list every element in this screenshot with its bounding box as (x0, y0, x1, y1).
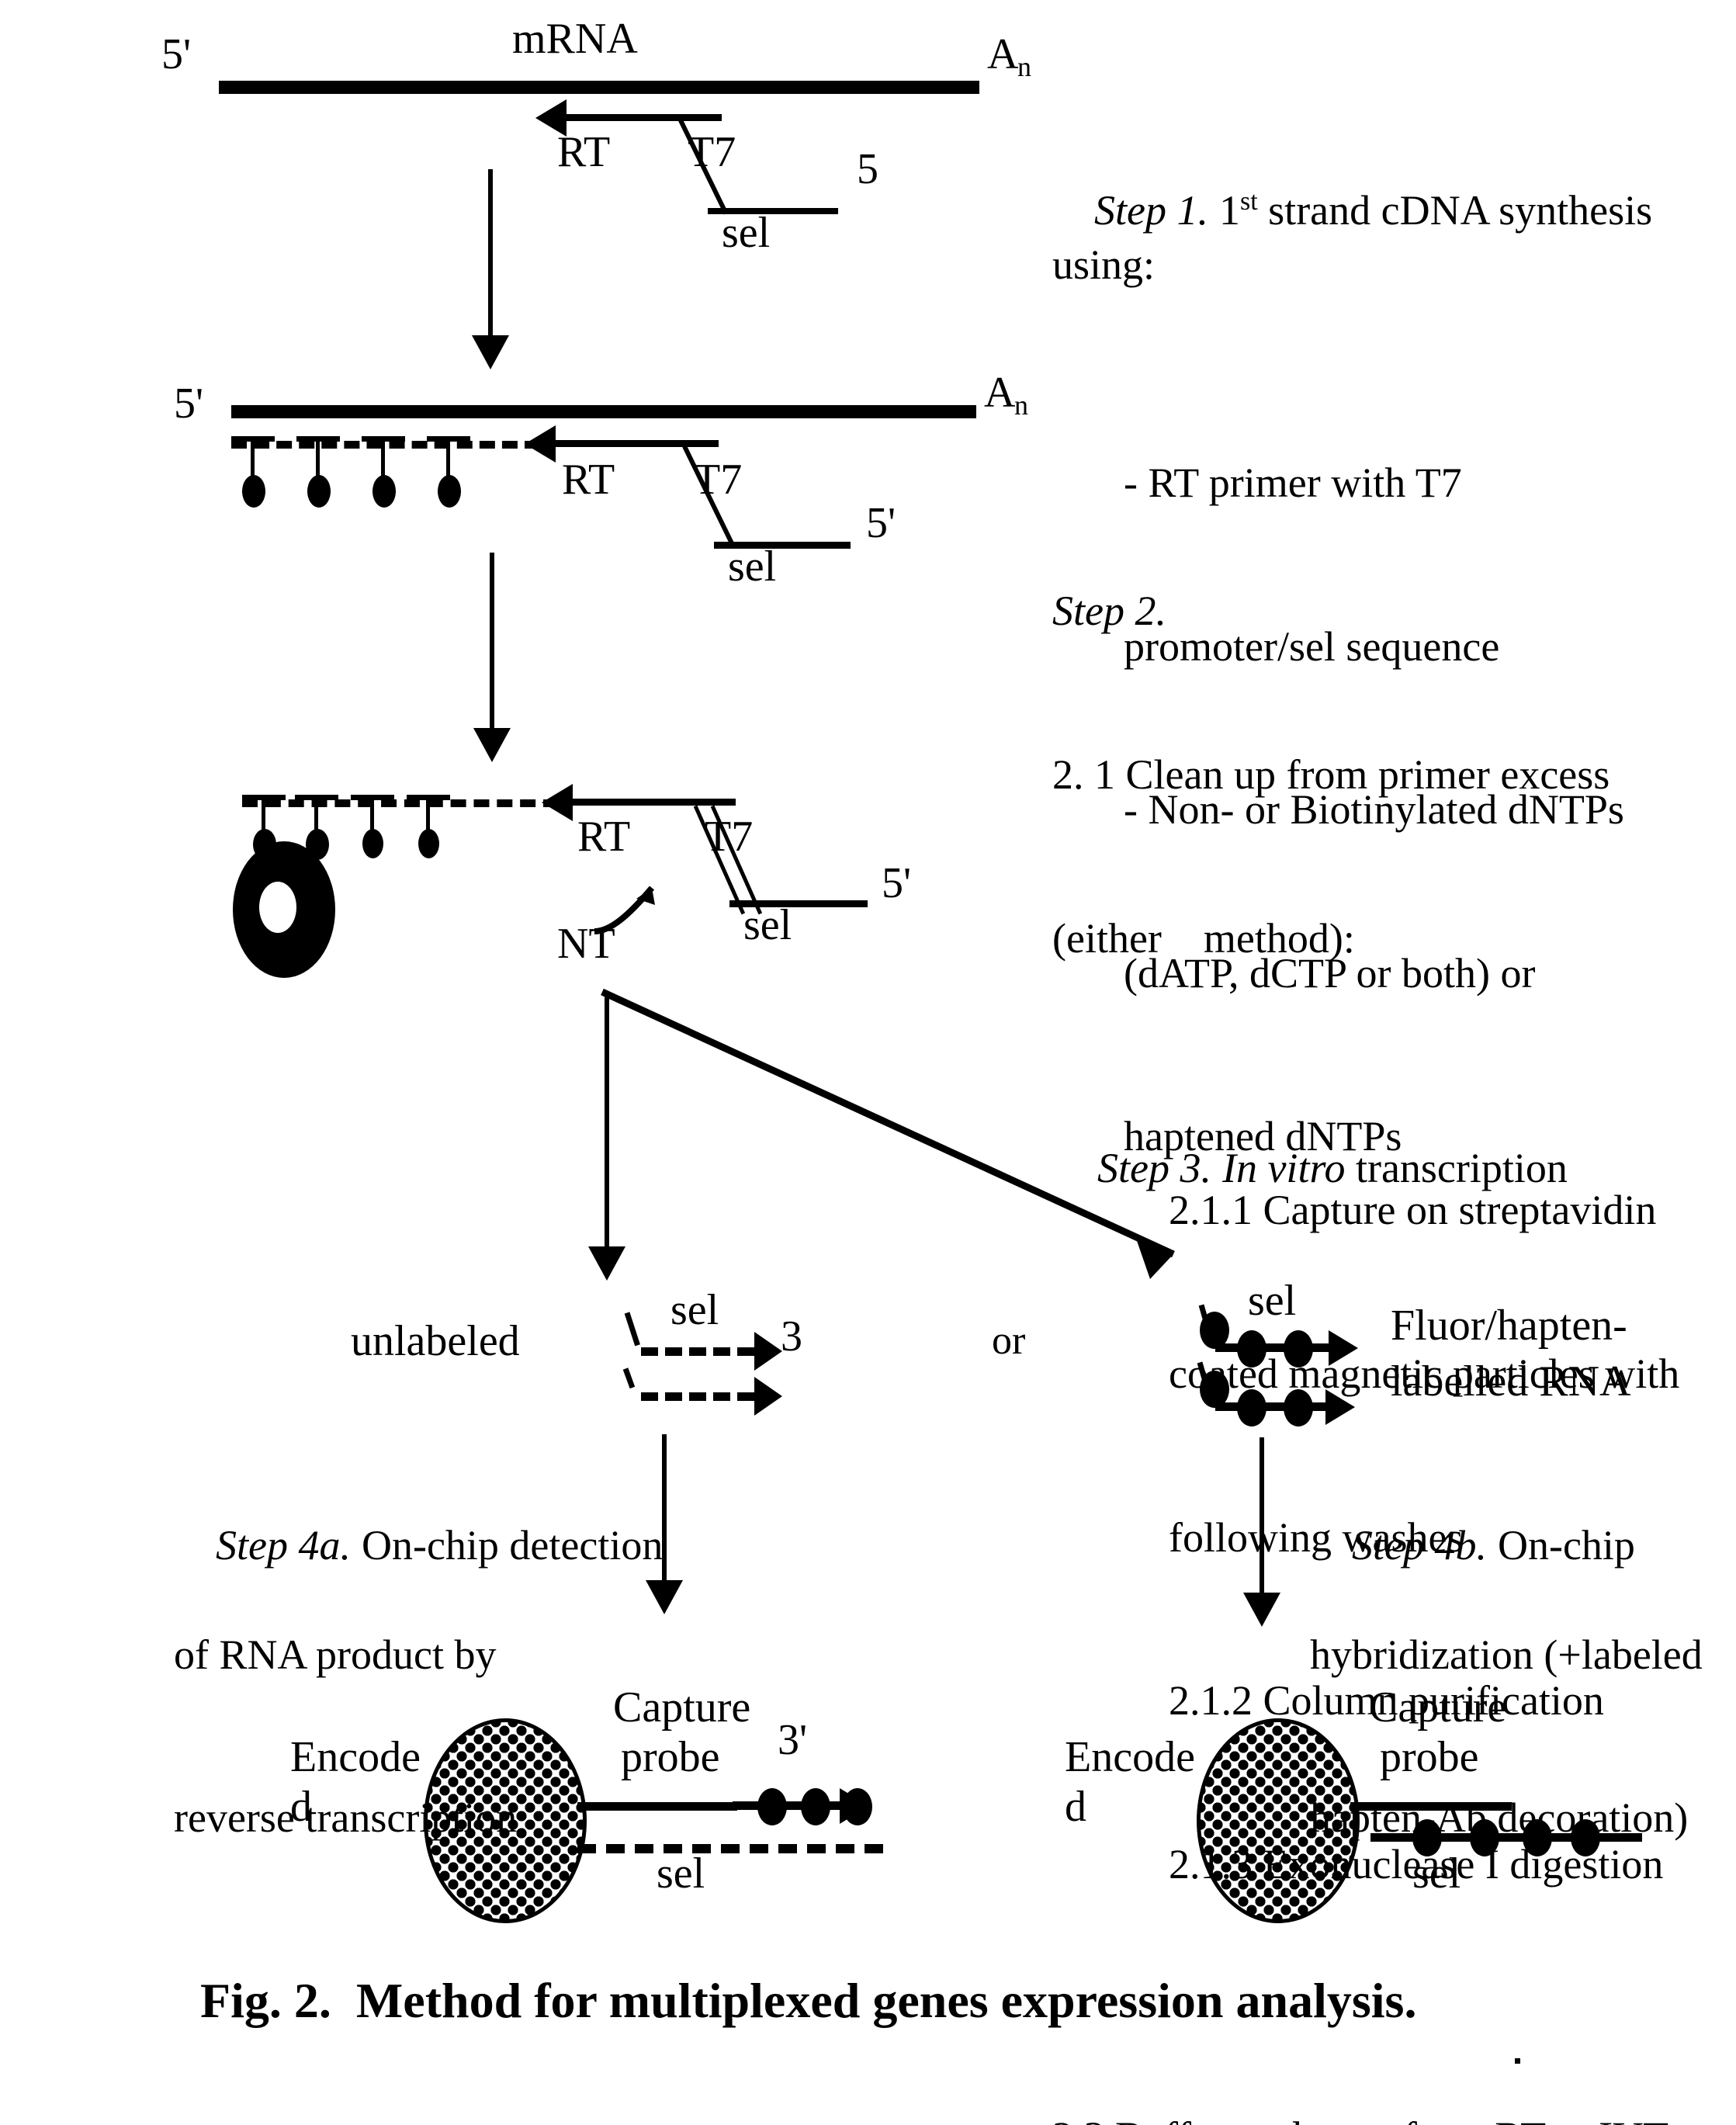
biotin-lollipop (362, 436, 405, 508)
streptavidin-magnetic-bead (233, 841, 335, 978)
step-1-line1-prefix: 1 (1218, 187, 1240, 234)
step-2-tail-line-1: 2.3 Buffer exchange from RT to IVT (1052, 2109, 1736, 2125)
panel2-an-subscript: n (1014, 390, 1028, 421)
step-4b-line-3: hapten-Ab decoration) (1310, 1794, 1689, 1842)
panel1-sel-label: sel (722, 209, 771, 257)
mrna-strand-bar-panel2 (231, 405, 976, 418)
panel3-t7-label: T7 (705, 813, 754, 861)
step-4a-text-block: Step 4a. On-chip detection of RNA product… (174, 1464, 686, 1954)
step-3-italic-part: In vitro (1221, 1145, 1346, 1192)
panel3-sel-label: sel (743, 901, 792, 949)
step-2-line-2: (either method): (1052, 914, 1355, 962)
panel1-mrna-label: mRNA (512, 15, 638, 63)
step-2-heading: Step 2. (1052, 588, 1166, 635)
biotin-lollipop (231, 436, 275, 508)
panel3-five-prime-right-label: 5' (882, 859, 912, 907)
panel2-sel-label: sel (728, 543, 777, 591)
cdna-dashed-strand-panel3 (242, 799, 559, 807)
unlabeled-rna-strand-2 (641, 1377, 782, 1416)
step-4b-line-1: On-chip (1497, 1522, 1635, 1569)
step-3-text-block: Step 3. In vitro transcription (1055, 1087, 1676, 1250)
flow-arrow-1 (472, 169, 509, 369)
panel3-nt-label: NT (557, 920, 615, 968)
panel1-five-prime-left-label: 5' (161, 30, 192, 78)
unlabeled-three-prime-label: 3 (781, 1312, 802, 1361)
panel1-five-prime-right-label: 5 (857, 145, 878, 193)
step-4a-line-3: reverse transcription (174, 1794, 518, 1842)
unlabeled-branch-label: unlabeled (351, 1317, 520, 1365)
step-4b-line-2: hybridization (+labeled (1310, 1631, 1703, 1678)
unlabeled-sel-label: sel (670, 1286, 719, 1334)
hapten-dot (757, 1788, 787, 1825)
biotin-lollipop (351, 795, 394, 858)
step-4b-heading: Step 4b. (1352, 1522, 1487, 1569)
panel2-five-prime-left-label: 5' (174, 380, 204, 428)
three-prime-label-left: 3' (778, 1716, 808, 1764)
scan-artifact-dot (1515, 2058, 1520, 2064)
or-label: or (992, 1319, 1026, 1363)
step-1-heading: Step 1. (1094, 187, 1208, 234)
panel2-rt-label: RT (562, 456, 615, 504)
step-2-line-1: 2. 1 Clean up from primer excess (1052, 751, 1610, 798)
hapten-dot (801, 1788, 830, 1825)
panel2-an-label: A (984, 369, 1016, 417)
hapten-dot (843, 1788, 872, 1825)
mrna-strand-bar (219, 81, 979, 94)
biotin-lollipop (296, 436, 340, 508)
panel3-rt-label: RT (577, 813, 631, 861)
panel1-rt-label: RT (557, 128, 611, 176)
step-4a-heading: Step 4a. (216, 1522, 351, 1569)
panel1-an-label: A (987, 30, 1019, 78)
step-4b-text-block: Step 4b. On-chip hybridization (+labeled … (1310, 1464, 1736, 1954)
step-4a-line-1: On-chip detection (361, 1522, 664, 1569)
figure-caption: Fig. 2. Method for multiplexed genes exp… (200, 1973, 1417, 2028)
step-4a-line-2: of RNA product by (174, 1631, 497, 1678)
step-3-rest: transcription (1345, 1145, 1568, 1192)
step-1-superscript: st (1239, 187, 1258, 217)
unlabeled-rna-strand-1 (641, 1332, 782, 1371)
figure-page: 5' mRNA A n RT T7 sel 5 5' A n RT T7 sel… (0, 0, 1736, 2125)
panel1-an-subscript: n (1017, 51, 1031, 82)
unlabeled-strand-tick-1 (624, 1312, 640, 1347)
step-3-heading: Step 3. (1097, 1145, 1211, 1192)
step-2-sub-line-2: coated magnetic particles with (1169, 1350, 1680, 1397)
biotin-lollipop (407, 795, 450, 858)
panel2-five-prime-right-label: 5' (866, 499, 896, 547)
flow-arrow-2 (473, 553, 511, 762)
unlabeled-strand-tick-2 (622, 1368, 636, 1389)
biotin-lollipop (427, 436, 470, 508)
